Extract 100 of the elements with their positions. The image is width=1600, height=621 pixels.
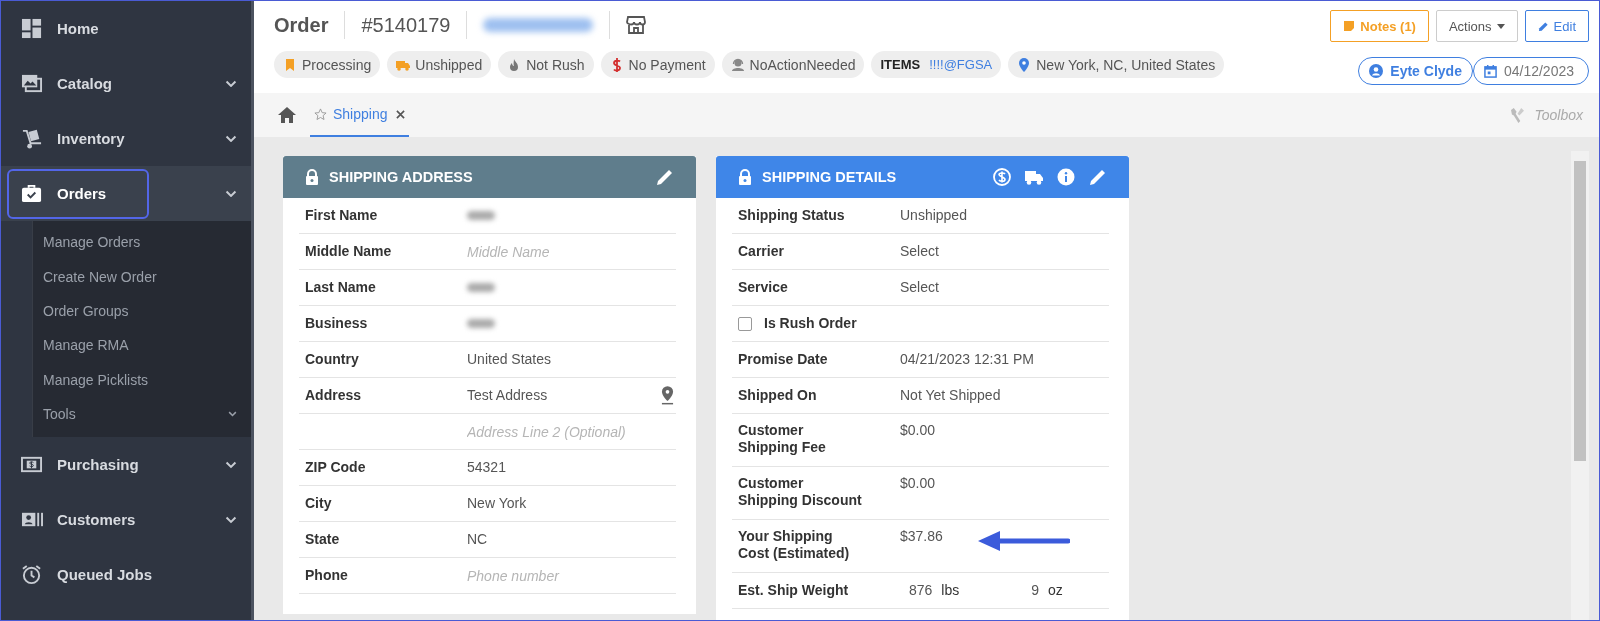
bookmark-icon — [283, 57, 297, 72]
field-label: Promise Date — [737, 351, 829, 368]
select-field[interactable]: Select — [900, 279, 939, 296]
submenu-item[interactable]: Order Groups — [33, 293, 251, 329]
scrollbar[interactable] — [1571, 151, 1589, 620]
field-label: First Name — [304, 207, 379, 224]
sidebar-item[interactable]: Queued Jobs — [1, 547, 251, 603]
field-label: Country — [304, 351, 360, 368]
calendar-icon — [1483, 64, 1497, 78]
hand-truck-icon — [21, 128, 43, 149]
field-label: Shipping Status — [737, 207, 846, 224]
edit-button[interactable]: Edit — [1524, 10, 1589, 42]
truck-icon[interactable] — [1025, 168, 1043, 186]
sidebar-item[interactable]: Purchasing — [1, 437, 251, 493]
blurred-value — [467, 319, 495, 328]
actions-button[interactable]: Actions — [1435, 10, 1518, 42]
status-chip[interactable]: Not Rush — [498, 51, 594, 78]
field-label: Carrier — [737, 243, 785, 260]
card-title: SHIPPING DETAILS — [762, 169, 898, 185]
briefcase-check-icon — [21, 183, 43, 204]
field-label: Customer Shipping Fee — [737, 422, 827, 456]
user-circle-icon — [1369, 64, 1384, 78]
field-label: Business — [304, 315, 369, 332]
map-pin-icon — [1017, 57, 1032, 72]
input-field[interactable]: Phone number — [467, 567, 667, 584]
submenu-item[interactable]: Manage RMA — [33, 328, 251, 363]
pencil-icon[interactable] — [1089, 168, 1107, 186]
field-label: Is Rush Order — [764, 315, 857, 332]
status-chip[interactable]: No Payment — [600, 51, 715, 78]
pencil-icon[interactable] — [656, 168, 674, 186]
caret-icon — [1496, 23, 1505, 29]
tools-icon — [1511, 107, 1525, 123]
field-value: Test Address — [467, 387, 548, 404]
sidebar-item[interactable]: Catalog — [1, 56, 251, 111]
pictures-icon — [21, 73, 43, 94]
sidebar-item[interactable]: Orders — [1, 166, 251, 221]
blurred-value — [467, 283, 495, 292]
field-label: Your Shipping Cost (Estimated) — [737, 528, 851, 562]
assignee-pill[interactable]: Eyte Clyde — [1358, 57, 1473, 85]
field-value: $37.86 — [900, 528, 943, 545]
field-value: New York — [467, 495, 527, 512]
sidebar-item[interactable]: Customers — [1, 492, 251, 548]
star-icon — [314, 107, 327, 121]
field-value: $0.00 — [900, 475, 936, 492]
status-chip[interactable]: Unshipped — [387, 51, 492, 78]
field-label: Middle Name — [304, 243, 393, 260]
input-field[interactable]: Middle Name — [467, 243, 667, 260]
status-chip[interactable]: ITEMS !!!!@FGSA — [871, 51, 1002, 78]
select-field[interactable]: Select — [900, 243, 939, 260]
sidebar-item[interactable]: Home — [1, 1, 251, 56]
field-label: Est. Ship Weight — [737, 582, 850, 599]
unit-label: lbs — [941, 582, 960, 599]
field-label: Customer Shipping Discount — [737, 475, 863, 509]
card-title: SHIPPING ADDRESS — [329, 169, 474, 185]
grid-icon — [21, 18, 43, 39]
field-value: $0.00 — [900, 422, 936, 439]
field-label: Last Name — [304, 279, 377, 296]
field-value: Unshipped — [900, 207, 967, 224]
field-value: NC — [467, 531, 488, 548]
submenu-item[interactable]: Manage Picklists — [33, 362, 251, 397]
lock-icon — [305, 169, 319, 185]
weight-value: 9 — [1031, 582, 1040, 599]
info-icon[interactable] — [1057, 168, 1075, 186]
page-title: Order — [274, 13, 329, 37]
storefront-icon[interactable] — [626, 15, 647, 35]
person-icon — [730, 57, 745, 72]
sidebar-item[interactable]: Inventory — [1, 111, 251, 166]
field-label: Phone — [304, 567, 349, 584]
field-label: ZIP Code — [304, 459, 367, 476]
status-chip[interactable]: NoActionNeeded — [721, 51, 865, 78]
close-icon[interactable] — [395, 109, 405, 119]
field-value: 04/21/2023 12:31 PM — [900, 351, 1034, 368]
pencil-icon — [1537, 20, 1549, 32]
input-field[interactable]: Address Line 2 (Optional) — [467, 423, 667, 440]
date-pill[interactable]: 04/12/2023 — [1472, 57, 1589, 85]
field-label: State — [304, 531, 341, 548]
submenu-item[interactable]: Manage Orders — [33, 225, 251, 260]
blurred-value — [467, 211, 495, 220]
lock-icon — [738, 169, 752, 185]
submenu-item[interactable]: Tools — [33, 396, 251, 432]
checkbox[interactable] — [738, 316, 752, 331]
unit-label: oz — [1048, 582, 1063, 599]
field-label: Address — [304, 387, 363, 404]
alarm-clock-icon — [21, 564, 43, 586]
field-value: 54321 — [467, 459, 506, 476]
field-value: Not Yet Shipped — [900, 387, 1001, 404]
tab[interactable]: Shipping — [314, 106, 388, 122]
status-chip[interactable]: Processing — [274, 51, 381, 78]
dollar-circle-icon[interactable] — [993, 168, 1011, 186]
note-icon — [1343, 20, 1356, 32]
field-value: United States — [467, 351, 552, 368]
submenu-item[interactable]: Create New Order — [33, 259, 251, 294]
field-label: Service — [737, 279, 789, 296]
status-chip[interactable]: New York, NC, United States — [1008, 51, 1225, 78]
order-number: #5140179 — [361, 13, 451, 37]
field-label: Shipped On — [737, 387, 818, 404]
map-pin-icon[interactable] — [661, 386, 674, 405]
home-icon[interactable] — [278, 107, 296, 123]
weight-value: 876 — [909, 582, 933, 599]
field-label: City — [304, 495, 333, 512]
